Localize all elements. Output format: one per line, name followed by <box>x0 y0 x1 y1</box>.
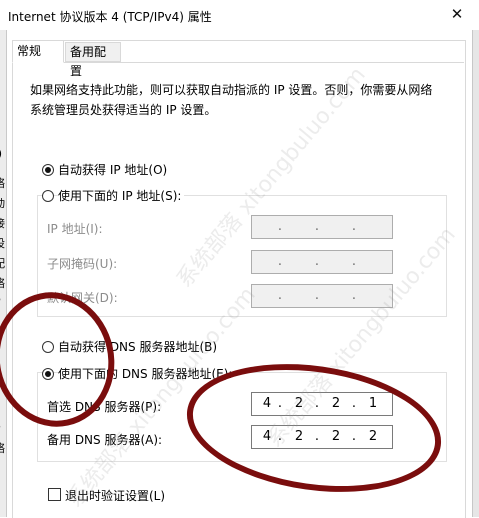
background-window-edge-right <box>472 30 479 517</box>
ip-auto-radio[interactable] <box>42 164 54 176</box>
bg-char: 接 <box>0 215 5 231</box>
bg-char: P <box>0 295 1 308</box>
ip-manual-radio[interactable] <box>42 190 54 202</box>
description-text: 如果网络支持此功能，则可以获取自动指派的 IP 设置。否则，你需要从网络系统管理… <box>30 83 433 117</box>
bg-char: :) <box>0 147 2 160</box>
validate-on-exit-label[interactable]: 退出时验证设置(L) <box>65 487 165 504</box>
alternate-dns-label: 备用 DNS 服务器(A): <box>47 433 163 447</box>
subnet-mask-input[interactable]: . . . <box>251 250 393 274</box>
bg-char: 设 <box>0 235 5 251</box>
tab-general[interactable]: 常规 <box>12 40 64 63</box>
bg-char: 配 <box>0 255 5 271</box>
bg-char: 动 <box>0 195 5 211</box>
ip-address-label: IP 地址(I): <box>47 222 103 236</box>
ip-auto-label[interactable]: 自动获得 IP 地址(O) <box>58 161 167 178</box>
bg-char: e <box>0 420 1 433</box>
background-window-edge: :) 络 动 接 设 配 络 P e 络 <box>0 30 7 517</box>
tab-alternate-config[interactable]: 备用配置 <box>65 42 121 78</box>
bg-char: 络 <box>0 275 5 291</box>
bg-char: 络 <box>0 440 5 456</box>
ip-address-input[interactable]: . . . <box>251 215 393 239</box>
bg-char: 络 <box>0 175 5 191</box>
close-icon[interactable]: ✕ <box>447 5 467 25</box>
ip-manual-label[interactable]: 使用下面的 IP 地址(S): <box>58 187 185 204</box>
validate-on-exit-checkbox[interactable] <box>48 488 61 501</box>
subnet-mask-label: 子网掩码(U): <box>47 257 118 271</box>
default-gateway-input[interactable]: . . . <box>251 284 393 308</box>
window-title: Internet 协议版本 4 (TCP/IPv4) 属性 <box>8 10 212 24</box>
